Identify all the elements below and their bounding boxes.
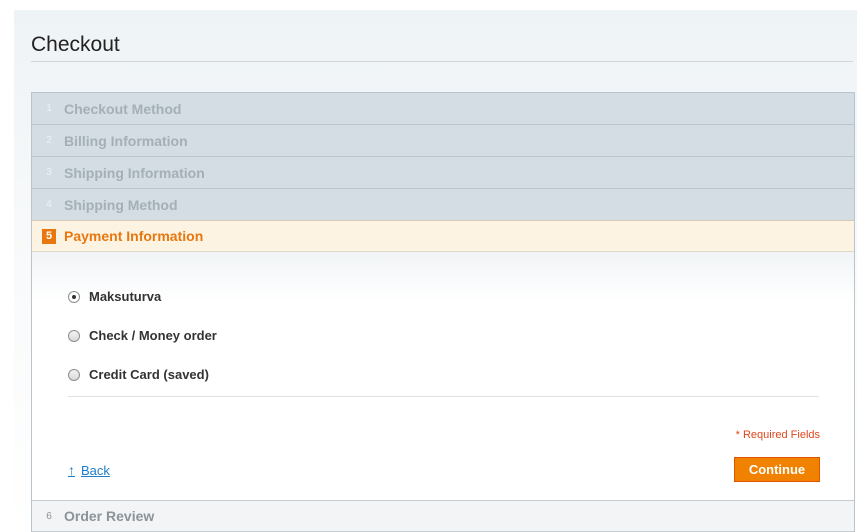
payment-method-maksuturva[interactable]: Maksuturva (68, 289, 161, 304)
step-checkout-method[interactable]: 1 Checkout Method (32, 92, 854, 124)
step-number: 4 (46, 199, 52, 210)
payment-method-label: Check / Money order (89, 328, 217, 343)
radio-button-checked[interactable] (68, 290, 80, 303)
step-label: Checkout Method (64, 100, 182, 117)
radio-button[interactable] (68, 368, 80, 381)
back-link-label: Back (81, 462, 110, 478)
step-number: 1 (46, 103, 52, 114)
payment-method-check-money-order[interactable]: Check / Money order (68, 328, 217, 343)
back-link[interactable]: ↑ Back (68, 462, 110, 478)
step-number: 6 (46, 510, 52, 522)
step-payment-information: 5 Payment Information (32, 220, 854, 252)
page-title: Checkout (31, 33, 120, 56)
step-shipping-method[interactable]: 4 Shipping Method (32, 188, 854, 220)
content-divider (68, 396, 819, 397)
payment-method-credit-card-saved[interactable]: Credit Card (saved) (68, 367, 209, 382)
step-label: Payment Information (64, 228, 204, 244)
step-number: 5 (42, 228, 56, 244)
step-label: Billing Information (64, 132, 188, 149)
step-label: Order Review (64, 508, 155, 524)
step-number: 2 (46, 135, 52, 146)
continue-button[interactable]: Continue (734, 457, 820, 482)
payment-method-label: Maksuturva (89, 289, 162, 304)
required-fields-note: * Required Fields (735, 429, 820, 441)
step-order-review: 6 Order Review (32, 500, 854, 532)
step-number: 3 (46, 167, 52, 178)
checkout-steps: 1 Checkout Method 2 Billing Information … (31, 92, 855, 532)
step-billing-information[interactable]: 2 Billing Information (32, 124, 854, 156)
title-divider (31, 61, 853, 62)
step-label: Shipping Method (64, 196, 178, 213)
step-shipping-information[interactable]: 3 Shipping Information (32, 156, 854, 188)
payment-method-label: Credit Card (saved) (89, 367, 209, 382)
up-arrow-icon: ↑ (68, 462, 75, 478)
payment-information-panel: Maksuturva Check / Money order Credit Ca… (32, 252, 854, 500)
step-label: Shipping Information (64, 164, 205, 181)
radio-button[interactable] (68, 329, 80, 342)
